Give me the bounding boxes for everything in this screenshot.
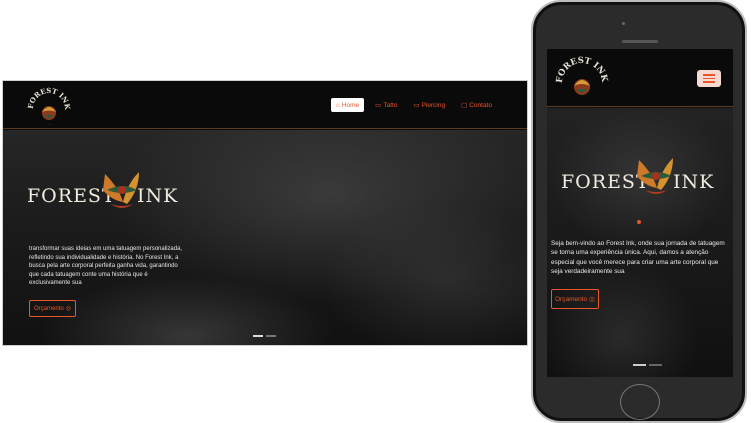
hero-intro-text: Seja bem-vindo ao Forest Ink, onde sua j… [551, 240, 725, 276]
menu-icon-line [703, 74, 715, 76]
carousel-dot[interactable] [253, 335, 263, 337]
nav-contato[interactable]: ▢ Contato [456, 98, 497, 112]
calendar-icon: ▭ [413, 102, 420, 109]
whatsapp-icon: ◎ [65, 306, 71, 312]
desktop-hero: FOREST INK transformar suas ideias em um… [3, 130, 527, 345]
menu-icon-line [703, 77, 715, 80]
mobile-hero: FOREST INK Seja bem-vindo ao Forest Ink,… [547, 108, 733, 377]
svg-text:FOREST: FOREST [27, 185, 116, 207]
svg-text:INK: INK [673, 171, 714, 193]
carousel-active-dot[interactable] [637, 220, 641, 224]
phone-home-button[interactable] [620, 384, 660, 420]
calendar-icon: ▭ [375, 102, 382, 109]
message-icon: ▢ [461, 102, 468, 109]
forest-ink-logo[interactable]: FOREST INK [555, 55, 609, 103]
phone-screen: FOREST INK FOREST INK Seja bem-vindo ao … [547, 49, 733, 377]
phone-preview: FOREST INK FOREST INK Seja bem-vindo ao … [531, 0, 747, 423]
svg-text:· · · · · ·: · · · · · · [45, 123, 54, 126]
carousel-dot[interactable] [649, 364, 662, 366]
menu-icon-line [703, 81, 715, 83]
carousel-indicators [633, 364, 662, 366]
desktop-nav: ⌂ Home ▭ Tatto ▭ Piercing ▢ Contato [330, 98, 497, 112]
whatsapp-icon: ◎ [589, 296, 595, 303]
forest-ink-logo[interactable]: FOREST INK · · · · · · [27, 87, 71, 127]
hamburger-menu-button[interactable] [697, 70, 721, 87]
forest-ink-brand: FOREST INK [27, 172, 178, 208]
nav-tatto[interactable]: ▭ Tatto [370, 98, 402, 112]
hero-intro-text: transformar suas ideias em uma tatuagem … [29, 246, 183, 287]
quote-button[interactable]: Orçamento ◎ [29, 300, 76, 317]
carousel-dot[interactable] [266, 335, 276, 337]
svg-text:FOREST: FOREST [561, 171, 650, 193]
carousel-indicators [253, 335, 276, 337]
home-icon: ⌂ [335, 101, 340, 109]
quote-button[interactable]: Orçamento ◎ [551, 289, 599, 309]
forest-ink-brand: FOREST INK [561, 158, 714, 194]
nav-piercing[interactable]: ▭ Piercing [408, 98, 450, 112]
phone-camera [622, 22, 625, 25]
nav-home[interactable]: ⌂ Home [330, 98, 365, 112]
mobile-header: FOREST INK [547, 49, 733, 107]
desktop-preview: FOREST INK · · · · · · ⌂ Home ▭ Tatto ▭ … [2, 80, 528, 346]
phone-speaker [622, 40, 658, 43]
desktop-header: FOREST INK · · · · · · ⌂ Home ▭ Tatto ▭ … [3, 81, 527, 129]
carousel-dot[interactable] [633, 364, 646, 366]
svg-text:INK: INK [137, 185, 178, 207]
